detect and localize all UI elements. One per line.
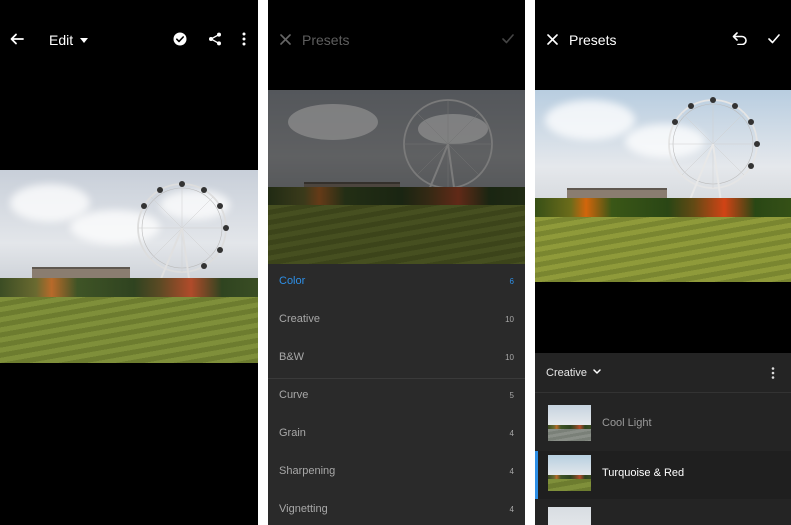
preset-label: Cool Light (602, 417, 652, 429)
category-count: 4 (509, 505, 514, 514)
preset-thumbnail (548, 405, 591, 441)
edit-title: Edit (49, 32, 74, 48)
category-row-bw[interactable]: B&W 10 (268, 340, 525, 378)
preset-browser: Creative Cool Light Turquoise & Red (535, 353, 791, 525)
category-label: Sharpening (279, 465, 336, 477)
photo-preview[interactable] (0, 170, 258, 363)
chevron-down-icon (593, 369, 601, 375)
share-icon[interactable] (208, 32, 222, 46)
category-label: Curve (279, 389, 309, 401)
category-dropdown-label: Creative (546, 367, 587, 379)
preset-thumbnail (548, 507, 591, 525)
category-label: Vignetting (279, 503, 328, 515)
close-icon[interactable] (280, 34, 291, 45)
selected-indicator (535, 451, 538, 499)
presets-categories-screen: Presets Color 6 Creative 10 B&W 10 Curve… (268, 0, 525, 525)
presets-title: Presets (569, 32, 617, 48)
edit-mode-dropdown[interactable]: Edit (49, 32, 89, 48)
category-row-grain[interactable]: Grain 4 (268, 416, 525, 454)
category-dropdown[interactable]: Creative (546, 367, 601, 379)
category-count: 5 (509, 391, 514, 400)
preset-category-list: Color 6 Creative 10 B&W 10 Curve 5 Grain… (268, 264, 525, 525)
category-count: 6 (509, 277, 514, 286)
photo-preview[interactable] (535, 90, 791, 282)
category-row-curve[interactable]: Curve 5 (268, 378, 525, 416)
category-count: 4 (509, 467, 514, 476)
check-icon[interactable] (768, 34, 780, 44)
category-label: Grain (279, 427, 306, 439)
creative-presets-screen: Presets Creative Cool Light Turquoise & … (535, 0, 791, 525)
undo-icon[interactable] (732, 32, 748, 45)
ferris-wheel-image (668, 97, 760, 203)
caret-down-icon (80, 38, 89, 43)
category-label: Creative (279, 313, 320, 325)
edit-topbar: Edit (0, 0, 258, 78)
preset-item-cool-light[interactable]: Cool Light (535, 401, 791, 449)
category-selector-bar: Creative (535, 353, 791, 393)
preset-item-partial[interactable] (535, 503, 791, 525)
preset-item-turquoise-red[interactable]: Turquoise & Red (535, 451, 791, 499)
back-arrow-icon[interactable] (10, 32, 24, 46)
preset-thumbnail (548, 455, 591, 491)
category-count: 4 (509, 429, 514, 438)
close-icon[interactable] (547, 34, 558, 45)
category-count: 10 (505, 353, 514, 362)
category-row-sharpening[interactable]: Sharpening 4 (268, 454, 525, 492)
more-vertical-icon[interactable] (771, 367, 775, 379)
more-vertical-icon[interactable] (242, 32, 246, 46)
presets-topbar: Presets (268, 0, 525, 78)
ferris-wheel-image (137, 181, 229, 287)
category-label: B&W (279, 351, 305, 363)
category-count: 10 (505, 315, 514, 324)
edit-screen: Edit (0, 0, 258, 525)
category-row-creative[interactable]: Creative 10 (268, 302, 525, 340)
preset-label: Turquoise & Red (602, 467, 685, 479)
presets-title: Presets (302, 32, 350, 48)
check-circle-icon[interactable] (173, 32, 187, 46)
photo-preview[interactable] (268, 90, 525, 264)
presets-topbar: Presets (535, 0, 791, 78)
category-row-vignetting[interactable]: Vignetting 4 (268, 492, 525, 525)
check-icon[interactable] (502, 34, 514, 44)
category-label: Color (279, 275, 306, 287)
category-row-color[interactable]: Color 6 (268, 264, 525, 302)
